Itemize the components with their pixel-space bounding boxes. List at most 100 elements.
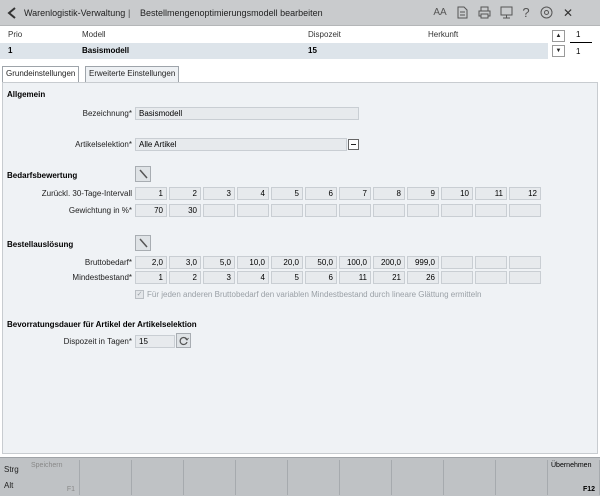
lineare-glaettung-checkbox[interactable]: ✓ (135, 290, 144, 299)
document-icon[interactable] (454, 5, 470, 21)
breadcrumb-separator: | (128, 8, 131, 18)
bruttobedarf-cell[interactable]: 999,0 (407, 256, 439, 269)
bruttobedarf-cell[interactable]: 5,0 (203, 256, 235, 269)
intervall-cell[interactable]: 6 (305, 187, 337, 200)
intervall-cell[interactable]: 9 (407, 187, 439, 200)
function-key-3[interactable] (132, 460, 184, 495)
mindestbestand-cell[interactable] (475, 271, 507, 284)
intervall-cell[interactable]: 3 (203, 187, 235, 200)
gewichtung-cell[interactable]: 70 (135, 204, 167, 217)
intervall-cell[interactable]: 4 (237, 187, 269, 200)
header-herkunft[interactable]: Herkunft (428, 30, 458, 39)
header-dispozeit[interactable]: Dispozeit (308, 30, 341, 39)
gewichtung-cell[interactable] (339, 204, 371, 217)
mindestbestand-cell[interactable]: 2 (169, 271, 201, 284)
function-key-6[interactable] (288, 460, 340, 495)
monitor-icon[interactable] (498, 5, 514, 21)
help-icon[interactable]: ? (518, 5, 534, 21)
font-size-icon[interactable]: AA (432, 5, 448, 21)
intervall-cell[interactable]: 10 (441, 187, 473, 200)
close-icon[interactable]: ✕ (560, 5, 576, 21)
function-key-4[interactable] (184, 460, 236, 495)
gewichtung-cell[interactable]: 30 (169, 204, 201, 217)
artikelselektion-field[interactable]: Alle Artikel (135, 138, 347, 151)
function-key-8[interactable] (392, 460, 444, 495)
mindestbestand-cell[interactable]: 4 (237, 271, 269, 284)
header-prio[interactable]: Prio (8, 30, 22, 39)
artikelselektion-remove-button[interactable] (348, 139, 359, 150)
dispozeit-tage-field[interactable]: 15 (135, 335, 175, 348)
header-modell[interactable]: Modell (82, 30, 106, 39)
intervall-cell[interactable]: 8 (373, 187, 405, 200)
function-key-2[interactable] (80, 460, 132, 495)
breadcrumb-module[interactable]: Warenlogistik-Verwaltung (24, 8, 125, 18)
print-icon[interactable] (476, 5, 492, 21)
intervall-cell[interactable]: 7 (339, 187, 371, 200)
scroll-down-button[interactable]: ▼ (552, 45, 565, 57)
function-key-1[interactable]: Speichern F1 (28, 460, 80, 495)
bruttobedarf-cell[interactable]: 200,0 (373, 256, 405, 269)
gewichtung-cell[interactable] (373, 204, 405, 217)
tab-erweiterte-einstellungen[interactable]: Erweiterte Einstellungen (85, 66, 180, 82)
section-bestellausloesung: Bestellauslösung (7, 240, 74, 249)
page-total: 1 (576, 47, 581, 56)
bezeichnung-field[interactable]: Basismodell (135, 107, 359, 120)
bestell-edit-button[interactable] (135, 235, 151, 251)
intervall-cell[interactable]: 1 (135, 187, 167, 200)
intervall-cell[interactable]: 2 (169, 187, 201, 200)
dispozeit-refresh-button[interactable] (176, 333, 191, 348)
mindestbestand-cell[interactable] (509, 271, 541, 284)
page-divider (570, 42, 592, 43)
section-allgemein: Allgemein (7, 90, 46, 99)
bruttobedarf-cell[interactable]: 100,0 (339, 256, 371, 269)
function-key-label: Speichern (31, 462, 63, 469)
gewichtung-cell[interactable] (305, 204, 337, 217)
row-modell: Basismodell (82, 46, 130, 55)
tab-grundeinstellungen[interactable]: Grundeinstellungen (2, 66, 80, 83)
mindestbestand-cell[interactable]: 6 (305, 271, 337, 284)
title-bar: Warenlogistik-Verwaltung | Bestellmengen… (0, 0, 600, 26)
bruttobedarf-cell[interactable]: 20,0 (271, 256, 303, 269)
mindestbestand-cell[interactable] (441, 271, 473, 284)
mindestbestand-cell[interactable]: 3 (203, 271, 235, 284)
bruttobedarf-cell[interactable] (441, 256, 473, 269)
gewichtung-cell[interactable] (407, 204, 439, 217)
gewichtung-cell[interactable] (509, 204, 541, 217)
function-key-5[interactable] (236, 460, 288, 495)
function-key-code: F1 (66, 486, 75, 493)
mindestbestand-cell[interactable]: 5 (271, 271, 303, 284)
mindestbestand-cell[interactable]: 26 (407, 271, 439, 284)
gewichtung-cell[interactable] (441, 204, 473, 217)
bruttobedarf-cell[interactable]: 10,0 (237, 256, 269, 269)
back-icon[interactable] (6, 6, 18, 20)
intervall-cell[interactable]: 11 (475, 187, 507, 200)
mindestbestand-cell[interactable]: 1 (135, 271, 167, 284)
modifier-alt[interactable]: Alt (4, 481, 13, 490)
function-key-7[interactable] (340, 460, 392, 495)
mindestbestand-cell[interactable]: 11 (339, 271, 371, 284)
row-prio: 1 (8, 46, 13, 55)
function-key-10[interactable] (496, 460, 548, 495)
intervall-label: Zurückl. 30-Tage-Intervall (41, 189, 132, 198)
gewichtung-cell[interactable] (203, 204, 235, 217)
bruttobedarf-cell[interactable]: 3,0 (169, 256, 201, 269)
bruttobedarf-cell[interactable]: 2,0 (135, 256, 167, 269)
info-icon[interactable] (538, 5, 554, 21)
bruttobedarf-cell[interactable] (509, 256, 541, 269)
table-row[interactable]: 1 Basismodell 15 (0, 43, 548, 59)
scroll-up-button[interactable]: ▲ (552, 30, 565, 42)
gewichtung-cell[interactable] (475, 204, 507, 217)
bruttobedarf-cell[interactable] (475, 256, 507, 269)
intervall-cell[interactable]: 12 (509, 187, 541, 200)
bruttobedarf-cell[interactable]: 50,0 (305, 256, 337, 269)
gewichtung-cell[interactable] (271, 204, 303, 217)
function-key-11[interactable]: Übernehmen F12 (548, 460, 600, 495)
modifier-strg[interactable]: Strg (4, 465, 19, 474)
bedarf-edit-button[interactable] (135, 166, 151, 182)
gewichtung-cell[interactable] (237, 204, 269, 217)
intervall-cell[interactable]: 5 (271, 187, 303, 200)
function-key-9[interactable] (444, 460, 496, 495)
mindestbestand-cell[interactable]: 21 (373, 271, 405, 284)
bezeichnung-label: Bezeichnung* (82, 109, 132, 118)
mindestbestand-label: Mindestbestand* (72, 273, 132, 282)
